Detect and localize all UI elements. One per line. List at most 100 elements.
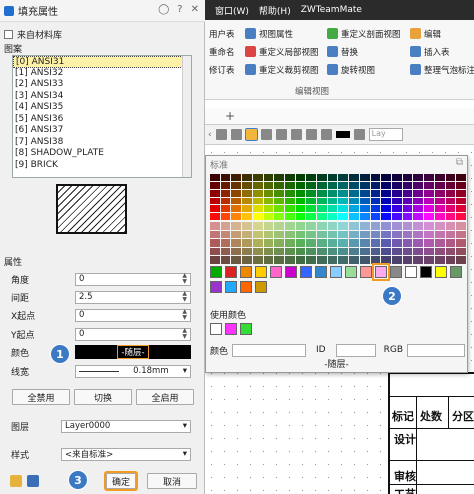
pattern-list[interactable]: [0] ANSI31 [1] ANSI32 [2] ANSI33 [3] ANSI34… bbox=[12, 55, 192, 178]
color-swatch[interactable] bbox=[231, 189, 242, 197]
color-swatch[interactable] bbox=[210, 239, 220, 247]
color-swatch[interactable] bbox=[252, 181, 263, 189]
color-swatch[interactable] bbox=[434, 197, 445, 205]
linewidth-select[interactable]: 0.18mm ▾ bbox=[75, 364, 191, 378]
add-tab-icon[interactable]: + bbox=[225, 109, 235, 123]
color-swatch[interactable] bbox=[284, 205, 295, 213]
ribbon-redefine-section[interactable]: 重定义剖面视图 bbox=[327, 27, 401, 40]
color-swatch[interactable] bbox=[242, 174, 252, 181]
basic-color-swatch[interactable] bbox=[390, 266, 402, 278]
color-swatch[interactable] bbox=[295, 205, 306, 213]
save-icon[interactable] bbox=[27, 475, 39, 487]
color-swatch[interactable] bbox=[327, 197, 338, 205]
color-swatch[interactable] bbox=[220, 213, 231, 220]
color-swatch[interactable] bbox=[392, 197, 402, 205]
color-swatch[interactable] bbox=[220, 247, 231, 256]
pattern-list-item[interactable]: [6] ANSI37 bbox=[13, 125, 191, 137]
color-swatch[interactable] bbox=[392, 189, 402, 197]
color-swatch[interactable] bbox=[231, 256, 242, 264]
color-swatch[interactable] bbox=[306, 247, 317, 256]
color-swatch[interactable] bbox=[242, 197, 252, 205]
color-swatch[interactable] bbox=[402, 222, 413, 230]
layer-select[interactable]: Layer0000 ▾ bbox=[61, 419, 191, 433]
color-swatch[interactable] bbox=[327, 247, 338, 256]
y-origin-input[interactable]: 0 ▲ ▼ bbox=[75, 327, 191, 341]
ribbon-user-table[interactable]: 用户表 bbox=[209, 27, 235, 40]
color-swatch[interactable] bbox=[317, 222, 327, 230]
used-color-swatch[interactable] bbox=[240, 323, 252, 335]
color-swatch[interactable] bbox=[413, 181, 424, 189]
basic-color-swatch[interactable] bbox=[315, 266, 327, 278]
color-swatch[interactable] bbox=[263, 181, 274, 189]
color-swatch[interactable] bbox=[210, 181, 220, 189]
color-swatch[interactable] bbox=[252, 256, 263, 264]
resize-icon[interactable]: ⧉ bbox=[456, 157, 463, 168]
color-swatch[interactable] bbox=[424, 189, 434, 197]
color-swatch[interactable] bbox=[284, 256, 295, 264]
color-swatch[interactable] bbox=[263, 230, 274, 239]
color-swatch[interactable] bbox=[434, 247, 445, 256]
color-swatch[interactable] bbox=[413, 256, 424, 264]
color-swatch[interactable] bbox=[231, 230, 242, 239]
color-swatch[interactable] bbox=[413, 197, 424, 205]
color-swatch[interactable] bbox=[359, 181, 370, 189]
color-swatch[interactable] bbox=[402, 230, 413, 239]
pattern-list-item[interactable]: [8] SHADOW_PLATE bbox=[13, 148, 191, 160]
color-swatch[interactable] bbox=[392, 213, 402, 220]
color-swatch[interactable] bbox=[370, 247, 381, 256]
x-origin-input[interactable]: 0 ▲ ▼ bbox=[75, 308, 191, 322]
color-swatch[interactable] bbox=[392, 247, 402, 256]
color-swatch[interactable] bbox=[284, 181, 295, 189]
color-swatch[interactable] bbox=[381, 222, 392, 230]
color-swatch[interactable] bbox=[210, 174, 220, 181]
color-swatch[interactable] bbox=[274, 181, 284, 189]
color-swatch[interactable] bbox=[210, 197, 220, 205]
spinner-icon[interactable]: ▲ ▼ bbox=[182, 309, 187, 321]
color-swatch[interactable] bbox=[306, 230, 317, 239]
color-swatch[interactable] bbox=[392, 222, 402, 230]
color-swatch[interactable] bbox=[338, 189, 349, 197]
color-swatch[interactable] bbox=[402, 174, 413, 181]
enable-all-button[interactable]: 全启用 bbox=[136, 389, 194, 405]
color-swatch[interactable] bbox=[445, 197, 456, 205]
color-swatch[interactable] bbox=[424, 174, 434, 181]
ribbon-replace[interactable]: 替换 bbox=[327, 45, 401, 58]
color-swatch[interactable] bbox=[424, 205, 434, 213]
color-swatch[interactable] bbox=[306, 189, 317, 197]
ribbon-rename[interactable]: 重命名 bbox=[209, 45, 235, 58]
grid-icon[interactable] bbox=[260, 129, 272, 140]
color-swatch[interactable] bbox=[424, 222, 434, 230]
cancel-button[interactable]: 取消 bbox=[147, 473, 197, 489]
color-swatch[interactable] bbox=[284, 197, 295, 205]
color-swatch[interactable] bbox=[456, 213, 466, 220]
color-swatch[interactable] bbox=[306, 256, 317, 264]
color-swatch[interactable] bbox=[381, 256, 392, 264]
color-swatch[interactable] bbox=[295, 222, 306, 230]
color-swatch[interactable] bbox=[381, 205, 392, 213]
color-swatch[interactable] bbox=[274, 197, 284, 205]
color-swatch[interactable] bbox=[317, 239, 327, 247]
color-swatch[interactable] bbox=[263, 213, 274, 220]
color-swatch[interactable] bbox=[424, 230, 434, 239]
basic-color-swatch[interactable] bbox=[405, 266, 417, 278]
color-swatch[interactable] bbox=[456, 256, 466, 264]
color-swatch[interactable] bbox=[295, 174, 306, 181]
color-swatch[interactable] bbox=[338, 181, 349, 189]
pattern-list-item[interactable]: [9] BRICK bbox=[13, 160, 191, 172]
brush-icon[interactable] bbox=[10, 475, 22, 487]
color-swatch[interactable] bbox=[456, 189, 466, 197]
color-swatch[interactable] bbox=[210, 222, 220, 230]
color-swatch[interactable] bbox=[349, 174, 359, 181]
color-swatch[interactable] bbox=[306, 213, 317, 220]
color-swatch[interactable] bbox=[252, 230, 263, 239]
hatch-icon[interactable] bbox=[244, 128, 258, 141]
color-swatch[interactable] bbox=[242, 189, 252, 197]
color-swatch[interactable] bbox=[370, 230, 381, 239]
color-swatch[interactable] bbox=[327, 205, 338, 213]
brush-icon[interactable] bbox=[215, 129, 227, 140]
pin-icon[interactable]: ◯ bbox=[158, 4, 169, 15]
color-swatch[interactable] bbox=[220, 230, 231, 239]
ribbon-revision-table[interactable]: 修订表 bbox=[209, 63, 235, 76]
color-swatch[interactable] bbox=[434, 230, 445, 239]
color-swatch[interactable] bbox=[370, 197, 381, 205]
